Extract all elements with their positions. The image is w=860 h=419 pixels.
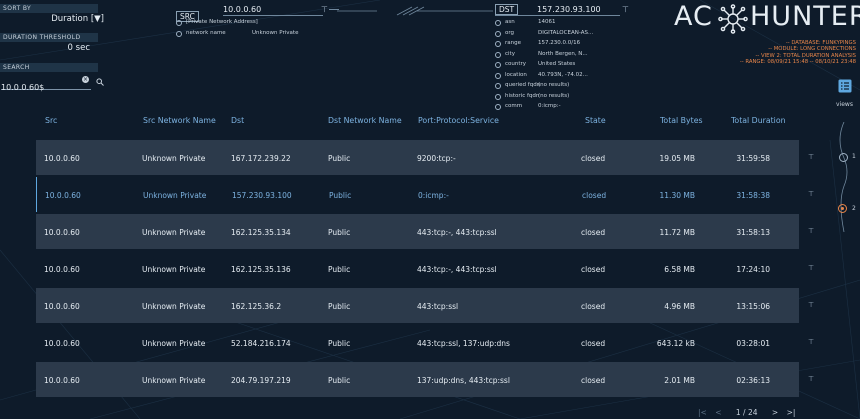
sort-by-select[interactable]: Duration [▼] bbox=[0, 14, 104, 24]
col-header-src-network[interactable]: Src Network Name bbox=[143, 116, 216, 125]
src-network-tag: [Private Network Address] bbox=[186, 19, 258, 25]
col-header-dst-network[interactable]: Dst Network Name bbox=[328, 116, 402, 125]
sort-by-value: Duration bbox=[51, 14, 89, 24]
row-filter-icon[interactable]: ⊤ bbox=[808, 264, 814, 272]
views-label: views bbox=[836, 101, 853, 108]
view-1-label: 1 bbox=[852, 153, 856, 160]
info-dot-icon bbox=[176, 20, 182, 26]
panel-connector bbox=[337, 6, 493, 16]
table-row-selected[interactable]: 10.0.0.60 Unknown Private 157.230.93.100… bbox=[36, 177, 799, 212]
last-page-button[interactable]: >| bbox=[787, 408, 796, 417]
first-page-button[interactable]: |< bbox=[698, 408, 707, 417]
session-meta: -- DATABASE: FUNKYPINGS -- MODULE: LONG … bbox=[656, 40, 856, 66]
pagination: |< < 1 / 24 > >| bbox=[698, 408, 795, 417]
dst-filter-icon[interactable]: ⊤ bbox=[622, 5, 629, 14]
col-header-bytes[interactable]: Total Bytes bbox=[660, 116, 703, 125]
view-2-radio[interactable] bbox=[838, 204, 847, 213]
sort-by-label: SORT BY bbox=[0, 4, 98, 13]
dst-ip: 157.230.93.100 bbox=[537, 5, 601, 14]
list-view-icon[interactable] bbox=[838, 79, 852, 93]
search-group: SEARCH × bbox=[0, 63, 104, 92]
search-input[interactable] bbox=[1, 83, 71, 92]
row-filter-icon[interactable]: ⊤ bbox=[808, 190, 814, 198]
dst-row-range: range 157.230.0.0/16 bbox=[495, 40, 645, 48]
clear-icon[interactable]: × bbox=[82, 76, 89, 83]
info-dot-icon bbox=[495, 104, 501, 110]
col-header-duration[interactable]: Total Duration bbox=[731, 116, 786, 125]
search-icon[interactable] bbox=[96, 78, 104, 86]
col-header-state[interactable]: State bbox=[585, 116, 606, 125]
col-header-src[interactable]: Src bbox=[45, 116, 57, 125]
view-2-label: 2 bbox=[852, 205, 856, 212]
info-dot-icon bbox=[495, 83, 501, 89]
hunter-hub-icon bbox=[718, 4, 748, 34]
dst-row-location: location 40.793N, -74.02... bbox=[495, 72, 645, 80]
col-header-dst[interactable]: Dst bbox=[231, 116, 244, 125]
row-filter-icon[interactable]: ⊤ bbox=[808, 301, 814, 309]
src-network-value: Unknown Private bbox=[252, 30, 299, 36]
dst-row-comm: comm 0:icmp:- bbox=[495, 103, 645, 111]
col-header-pps[interactable]: Port:Protocol:Service bbox=[418, 116, 499, 125]
table-row[interactable]: 10.0.0.60 Unknown Private 162.125.36.2 P… bbox=[36, 288, 799, 323]
duration-threshold-group: DURATION THRESHOLD 0 sec bbox=[0, 33, 98, 53]
search-label: SEARCH bbox=[0, 63, 98, 72]
row-filter-icon[interactable]: ⊤ bbox=[808, 338, 814, 346]
src-tag-row: [Private Network Address] bbox=[176, 19, 336, 27]
dst-row-city: city North Bergen, N... bbox=[495, 51, 645, 59]
dst-row-org: org DIGITALOCEAN-AS... bbox=[495, 30, 645, 38]
table-row[interactable]: 10.0.0.60 Unknown Private 52.184.216.174… bbox=[36, 325, 799, 360]
dst-row-historic-fqdn: historic fqdn (no results) bbox=[495, 93, 645, 101]
next-page-button[interactable]: > bbox=[772, 408, 778, 417]
duration-threshold-input[interactable]: 0 sec bbox=[0, 43, 90, 53]
table-row[interactable]: 10.0.0.60 Unknown Private 162.125.35.136… bbox=[36, 251, 799, 286]
prev-page-button[interactable]: < bbox=[715, 408, 721, 417]
view-1-radio[interactable] bbox=[839, 153, 848, 162]
sort-by-group: SORT BY Duration [▼] bbox=[0, 4, 104, 24]
dst-row-country: country United States bbox=[495, 61, 645, 69]
row-filter-icon[interactable]: ⊤ bbox=[808, 375, 814, 383]
info-dot-icon bbox=[176, 31, 182, 37]
duration-threshold-label: DURATION THRESHOLD bbox=[0, 33, 98, 42]
info-dot-icon bbox=[495, 51, 501, 58]
dst-row-asn: asn 14061 bbox=[495, 19, 645, 27]
info-dot-icon bbox=[495, 62, 501, 68]
src-filter-icon[interactable]: ⊤ bbox=[321, 5, 328, 14]
info-dot-icon bbox=[495, 41, 501, 47]
info-dot-icon bbox=[495, 30, 501, 37]
info-dot-icon bbox=[495, 20, 501, 26]
table-row[interactable]: 10.0.0.60 Unknown Private 167.172.239.22… bbox=[36, 140, 799, 175]
row-filter-icon[interactable]: ⊤ bbox=[808, 153, 814, 161]
search-field: × bbox=[1, 75, 91, 92]
src-network-key: network name bbox=[186, 30, 226, 36]
meta-range: -- RANGE: 08/09/21 15:48 -- 08/10/21 23:… bbox=[739, 59, 856, 66]
page-indicator: 1 / 24 bbox=[735, 408, 758, 417]
src-network-row: network name Unknown Private bbox=[176, 30, 336, 38]
row-filter-icon[interactable]: ⊤ bbox=[808, 227, 814, 235]
info-dot-icon bbox=[495, 72, 501, 79]
src-ip: 10.0.0.60 bbox=[223, 5, 262, 14]
table-row[interactable]: 10.0.0.60 Unknown Private 204.79.197.219… bbox=[36, 362, 799, 397]
info-dot-icon bbox=[495, 93, 501, 100]
views-track bbox=[839, 122, 848, 232]
dst-label: DST bbox=[495, 4, 519, 15]
ac-hunter-logo: AC HUNTER bbox=[674, 1, 860, 34]
sort-direction-toggle[interactable]: [▼] bbox=[91, 14, 104, 24]
dst-row-queried-fqdn: queried fqdn (no results) bbox=[495, 82, 645, 90]
table-row[interactable]: 10.0.0.60 Unknown Private 162.125.35.134… bbox=[36, 214, 799, 249]
